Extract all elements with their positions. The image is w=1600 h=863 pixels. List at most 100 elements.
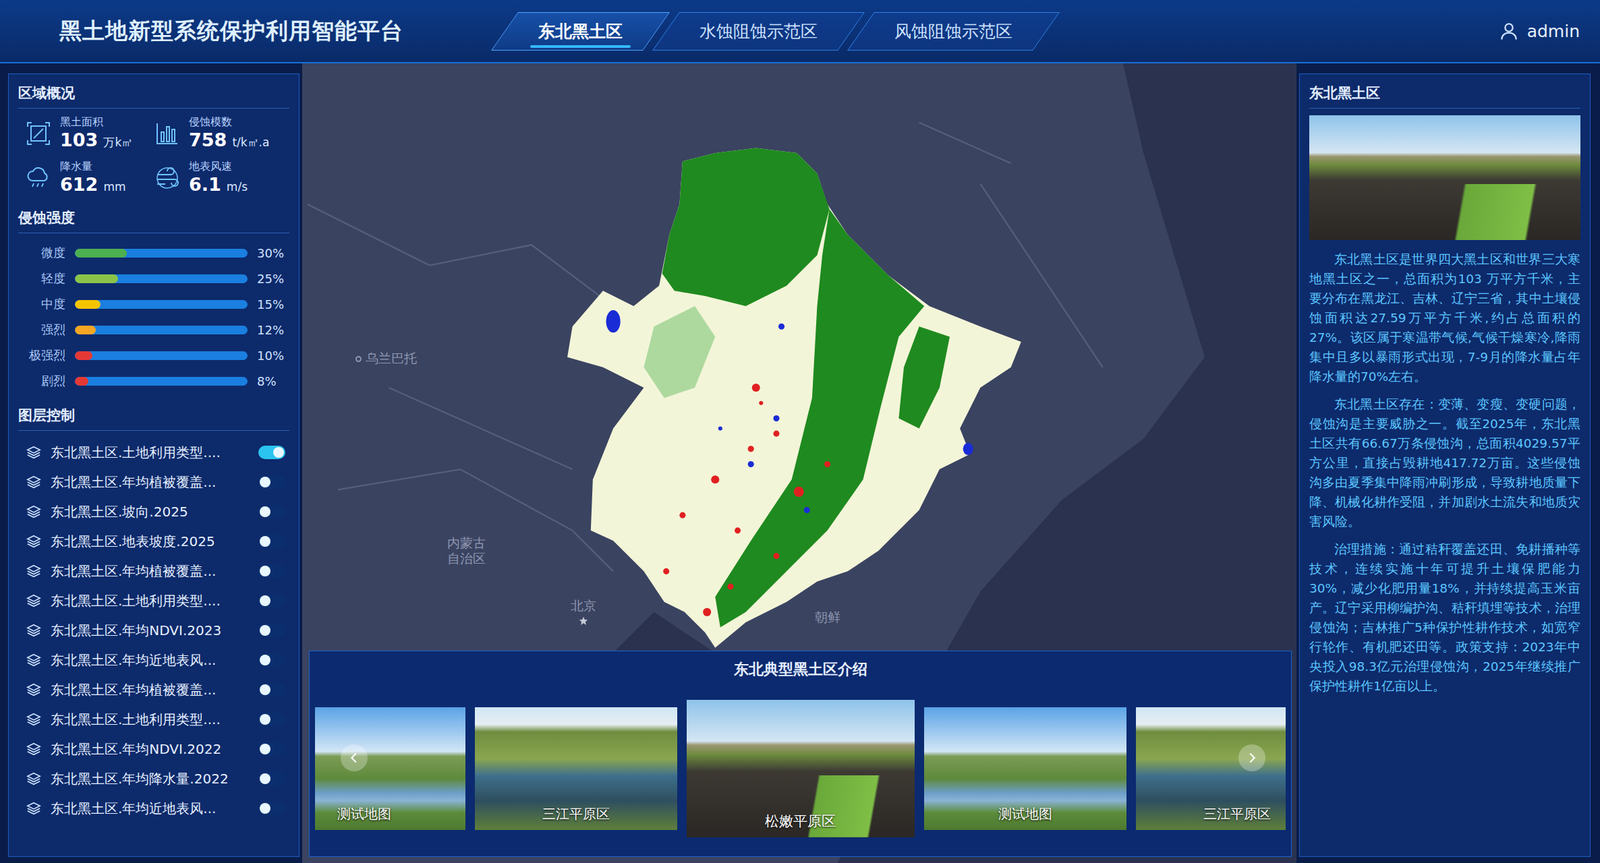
bar-label: 极强烈 [18,347,66,364]
intro-photo [1309,115,1581,241]
layer-item[interactable]: 东北黑土区.土地利用类型.... [18,704,290,735]
toggle-knob [259,684,271,696]
bar-fill [74,248,127,258]
region-card[interactable]: 三江平原区 [1135,707,1287,831]
carousel-title: 东北典型黑土区介绍 [315,659,1286,680]
toggle-knob [259,803,271,815]
region-card[interactable]: 三江平原区 [474,707,678,831]
toggle-knob [259,773,271,785]
intro-paragraph: 东北黑土区是世界四大黑土区和世界三大寒地黑土区之一，总面积为103 万平方千米，… [1309,249,1581,387]
layer-label: 东北黑土区.年均降水量.2022 [50,770,249,789]
layer-item[interactable]: 东北黑土区.年均植被覆盖... [18,556,290,587]
layer-item[interactable]: 东北黑土区.年均近地表风... [18,645,290,676]
layer-toggle[interactable] [258,802,286,816]
layer-label: 东北黑土区.年均植被覆盖... [50,681,249,700]
area-icon [24,120,52,148]
stat-unit: m/s [226,180,248,194]
layers-icon [26,474,42,490]
layer-label: 东北黑土区.土地利用类型.... [50,443,249,463]
right-panel: 东北黑土区东北黑土区是世界四大黑土区和世界三大寒地黑土区之一，总面积为103 万… [1299,73,1591,858]
bar-label: 中度 [18,296,66,313]
layer-toggle[interactable] [258,683,286,697]
intro-paragraph: 治理措施：通过秸秆覆盖还田、免耕播种等技术，连续实施十年可提升土壤保肥能力30%… [1309,539,1581,697]
bar-reading: 15% [256,297,290,312]
region-card[interactable]: 测试地图 [924,707,1127,831]
layer-toggle[interactable] [258,505,286,519]
card-label: 测试地图 [315,805,466,824]
capital-star-icon [578,616,589,626]
map[interactable]: 乌兰巴托内蒙古自治区北京朝鲜东北典型黑土区介绍测试地图三江平原区松嫩平原区测试地… [302,63,1297,863]
erosion-bars: 微度30%轻度25%中度15%强烈12%极强烈10%剧烈8% [18,240,290,394]
layer-toggle[interactable] [258,712,286,727]
bar-label: 微度 [18,244,66,262]
toggle-knob [273,447,284,459]
user-menu[interactable]: admin [1498,20,1580,42]
layers-icon [26,504,42,520]
toggle-knob [259,476,271,488]
region-card[interactable]: 测试地图 [315,707,466,831]
layer-label: 东北黑土区.年均NDVI.2023 [50,621,249,641]
layer-label: 东北黑土区.土地利用类型.... [50,592,249,611]
stat-label: 降水量 [60,159,127,174]
layer-label: 东北黑土区.土地利用类型.... [50,710,249,730]
tab[interactable]: 风蚀阻蚀示范区 [860,9,1047,54]
layer-toggle[interactable] [258,564,286,579]
toggle-knob [259,714,271,726]
stat: 降水量612mm [24,159,154,197]
layer-item[interactable]: 东北黑土区.地表坡度.2025 [18,526,290,557]
next-button[interactable] [1238,744,1266,772]
layer-label: 东北黑土区.年均植被覆盖... [50,473,249,492]
bar-reading: 30% [256,246,290,261]
bar-fill [74,274,119,284]
layer-item[interactable]: 东北黑土区.土地利用类型.... [18,437,290,468]
carousel: 测试地图三江平原区松嫩平原区测试地图三江平原区 [315,688,1286,850]
layers-icon [26,652,42,668]
layer-toggle[interactable] [258,742,286,757]
layers-icon [26,712,42,728]
layer-item[interactable]: 东北黑土区.坡向.2025 [18,497,290,527]
layer-item[interactable]: 东北黑土区.年均NDVI.2022 [18,734,290,765]
main: 区域概况黑土面积103万k㎡侵蚀模数758t/k㎡.a降水量612mm地表风速6… [0,63,1600,863]
tab[interactable]: 水蚀阻蚀示范区 [665,9,852,54]
section-title: 图层控制 [18,406,290,432]
layers-icon [26,801,42,817]
bar-row: 轻度25% [18,265,290,292]
layer-toggle[interactable] [258,534,286,549]
tab-bar: 东北黑土区水蚀阻蚀示范区风蚀阻蚀示范区 [504,9,1047,54]
stat-value: 6.1 [188,173,222,197]
layer-toggle[interactable] [258,594,286,608]
card-label: 松嫩平原区 [686,812,915,832]
toggle-knob [259,654,271,666]
layer-toggle[interactable] [258,653,286,668]
wind-icon [153,164,181,192]
layer-item[interactable]: 东北黑土区.年均植被覆盖... [18,467,290,498]
intro-paragraph: 东北黑土区存在：变薄、变瘦、变硬问题，侵蚀沟是主要威胁之一。截至2025年，东北… [1309,394,1581,532]
layer-label: 东北黑土区.年均植被覆盖... [50,562,249,581]
bar-label: 轻度 [18,270,66,287]
bar-fill [74,300,101,309]
layer-item[interactable]: 东北黑土区.年均NDVI.2023 [18,615,290,646]
layer-toggle[interactable] [258,445,286,460]
stat-label: 地表风速 [188,159,248,174]
stat-label: 侵蚀模数 [188,115,270,129]
layer-item[interactable]: 东北黑土区.年均降水量.2022 [18,764,290,794]
layer-item[interactable]: 东北黑土区.土地利用类型.... [18,586,290,616]
dashboard: 黑土地新型系统保护利用智能平台东北黑土区水蚀阻蚀示范区风蚀阻蚀示范区admin区… [0,0,1600,863]
layers-icon [26,682,42,698]
layer-item[interactable]: 东北黑土区.年均植被覆盖... [18,675,290,705]
layer-toggle[interactable] [258,475,286,490]
prev-button[interactable] [340,744,368,772]
stat: 侵蚀模数758t/k㎡.a [153,115,283,152]
toggle-knob [259,506,271,518]
map-label: 北京 [570,597,597,626]
toggle-knob [259,595,271,607]
layer-item[interactable]: 东北黑土区.年均近地表风... [18,793,290,824]
tab[interactable]: 东北黑土区 [504,9,657,54]
layers-icon [26,741,42,757]
region-card[interactable]: 松嫩平原区 [686,700,915,838]
layer-toggle[interactable] [258,772,286,786]
bar-reading: 12% [256,323,290,338]
layer-toggle[interactable] [258,623,286,638]
stat-value: 758 [188,128,227,152]
bar-row: 强烈12% [18,317,290,343]
